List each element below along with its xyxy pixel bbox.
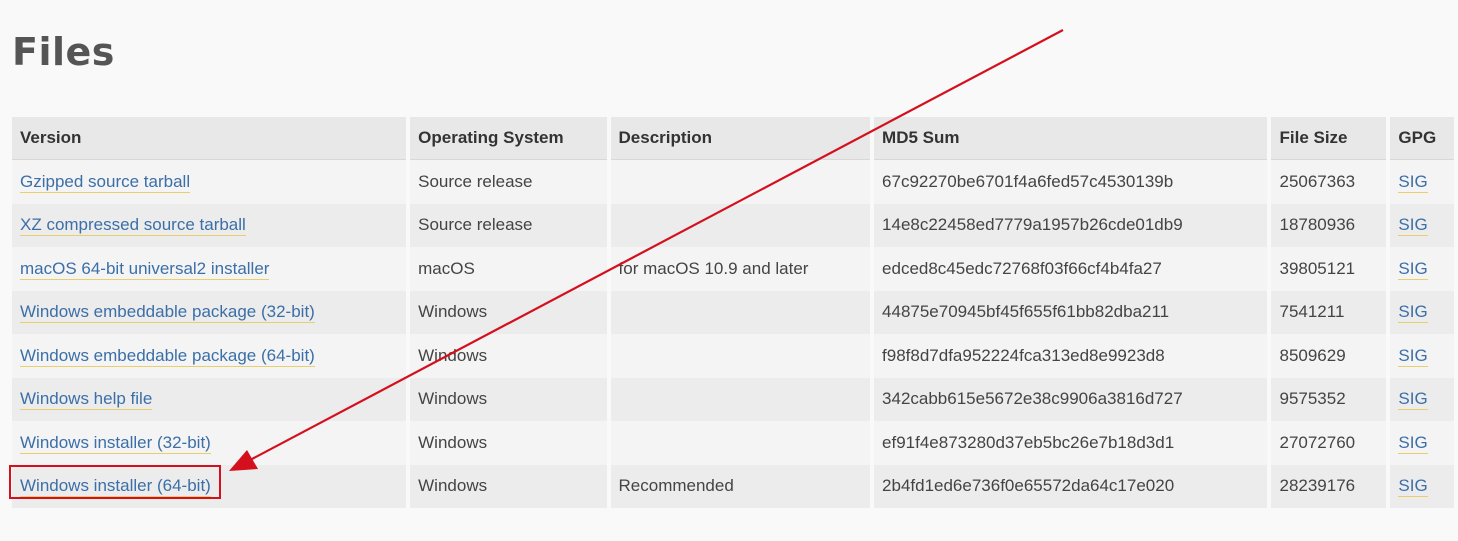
sig-link[interactable]: SIG bbox=[1398, 171, 1428, 193]
header-gpg: GPG bbox=[1390, 117, 1454, 160]
md5-cell: 342cabb615e5672e38c9906a3816d727 bbox=[874, 377, 1268, 421]
table-row: Windows installer (32-bit) Windows ef91f… bbox=[12, 421, 1454, 465]
version-cell: macOS 64-bit universal2 installer bbox=[12, 247, 407, 291]
table-row: XZ compressed source tarball Source rele… bbox=[12, 203, 1454, 247]
sig-link[interactable]: SIG bbox=[1398, 389, 1428, 411]
description-cell bbox=[610, 334, 871, 378]
sig-link[interactable]: SIG bbox=[1398, 476, 1428, 498]
version-cell: Windows installer (64-bit) bbox=[12, 464, 407, 508]
version-cell: Windows help file bbox=[12, 377, 407, 421]
header-file-size: File Size bbox=[1271, 117, 1387, 160]
version-cell: Windows installer (32-bit) bbox=[12, 421, 407, 465]
download-link[interactable]: Gzipped source tarball bbox=[20, 171, 191, 193]
table-row: macOS 64-bit universal2 installer macOS … bbox=[12, 247, 1454, 291]
md5-cell: edced8c45edc72768f03f66cf4b4fa27 bbox=[874, 247, 1268, 291]
size-cell: 18780936 bbox=[1271, 203, 1387, 247]
size-cell: 28239176 bbox=[1271, 464, 1387, 508]
size-cell: 7541211 bbox=[1271, 290, 1387, 334]
version-cell: Gzipped source tarball bbox=[12, 160, 407, 204]
version-cell: Windows embeddable package (32-bit) bbox=[12, 290, 407, 334]
page-title: Files bbox=[12, 30, 115, 74]
table-row: Windows embeddable package (64-bit) Wind… bbox=[12, 334, 1454, 378]
download-link[interactable]: Windows installer (64-bit) bbox=[20, 476, 211, 498]
files-table: Version Operating System Description MD5… bbox=[8, 117, 1458, 508]
header-version: Version bbox=[12, 117, 407, 160]
sig-link[interactable]: SIG bbox=[1398, 345, 1428, 367]
os-cell: Windows bbox=[410, 334, 607, 378]
size-cell: 25067363 bbox=[1271, 160, 1387, 204]
os-cell: Windows bbox=[410, 377, 607, 421]
size-cell: 9575352 bbox=[1271, 377, 1387, 421]
table-row: Windows help file Windows 342cabb615e567… bbox=[12, 377, 1454, 421]
version-cell: Windows embeddable package (64-bit) bbox=[12, 334, 407, 378]
os-cell: Windows bbox=[410, 290, 607, 334]
download-link[interactable]: Windows embeddable package (32-bit) bbox=[20, 302, 315, 324]
md5-cell: f98f8d7dfa952224fca313ed8e9923d8 bbox=[874, 334, 1268, 378]
download-link[interactable]: macOS 64-bit universal2 installer bbox=[20, 258, 270, 280]
sig-link[interactable]: SIG bbox=[1398, 215, 1428, 237]
gpg-cell: SIG bbox=[1390, 247, 1454, 291]
os-cell: Source release bbox=[410, 160, 607, 204]
md5-cell: 67c92270be6701f4a6fed57c4530139b bbox=[874, 160, 1268, 204]
md5-cell: 44875e70945bf45f655f61bb82dba211 bbox=[874, 290, 1268, 334]
download-link[interactable]: XZ compressed source tarball bbox=[20, 215, 246, 237]
header-md5-sum: MD5 Sum bbox=[874, 117, 1268, 160]
size-cell: 39805121 bbox=[1271, 247, 1387, 291]
md5-cell: 14e8c22458ed7779a1957b26cde01db9 bbox=[874, 203, 1268, 247]
sig-link[interactable]: SIG bbox=[1398, 432, 1428, 454]
download-link[interactable]: Windows installer (32-bit) bbox=[20, 432, 211, 454]
gpg-cell: SIG bbox=[1390, 203, 1454, 247]
gpg-cell: SIG bbox=[1390, 334, 1454, 378]
description-cell bbox=[610, 203, 871, 247]
os-cell: Source release bbox=[410, 203, 607, 247]
gpg-cell: SIG bbox=[1390, 421, 1454, 465]
description-cell: Recommended bbox=[610, 464, 871, 508]
header-description: Description bbox=[610, 117, 871, 160]
os-cell: macOS bbox=[410, 247, 607, 291]
size-cell: 27072760 bbox=[1271, 421, 1387, 465]
header-operating-system: Operating System bbox=[410, 117, 607, 160]
description-cell bbox=[610, 377, 871, 421]
description-cell bbox=[610, 290, 871, 334]
gpg-cell: SIG bbox=[1390, 160, 1454, 204]
table-header-row: Version Operating System Description MD5… bbox=[12, 117, 1454, 160]
table-row: Windows embeddable package (32-bit) Wind… bbox=[12, 290, 1454, 334]
download-link[interactable]: Windows embeddable package (64-bit) bbox=[20, 345, 315, 367]
table-row: Gzipped source tarball Source release 67… bbox=[12, 160, 1454, 204]
sig-link[interactable]: SIG bbox=[1398, 258, 1428, 280]
sig-link[interactable]: SIG bbox=[1398, 302, 1428, 324]
size-cell: 8509629 bbox=[1271, 334, 1387, 378]
os-cell: Windows bbox=[410, 421, 607, 465]
download-link[interactable]: Windows help file bbox=[20, 389, 153, 411]
gpg-cell: SIG bbox=[1390, 290, 1454, 334]
description-cell: for macOS 10.9 and later bbox=[610, 247, 871, 291]
description-cell bbox=[610, 421, 871, 465]
description-cell bbox=[610, 160, 871, 204]
gpg-cell: SIG bbox=[1390, 464, 1454, 508]
version-cell: XZ compressed source tarball bbox=[12, 203, 407, 247]
gpg-cell: SIG bbox=[1390, 377, 1454, 421]
md5-cell: 2b4fd1ed6e736f0e65572da64c17e020 bbox=[874, 464, 1268, 508]
md5-cell: ef91f4e873280d37eb5bc26e7b18d3d1 bbox=[874, 421, 1268, 465]
os-cell: Windows bbox=[410, 464, 607, 508]
table-row: Windows installer (64-bit) Windows Recom… bbox=[12, 464, 1454, 508]
